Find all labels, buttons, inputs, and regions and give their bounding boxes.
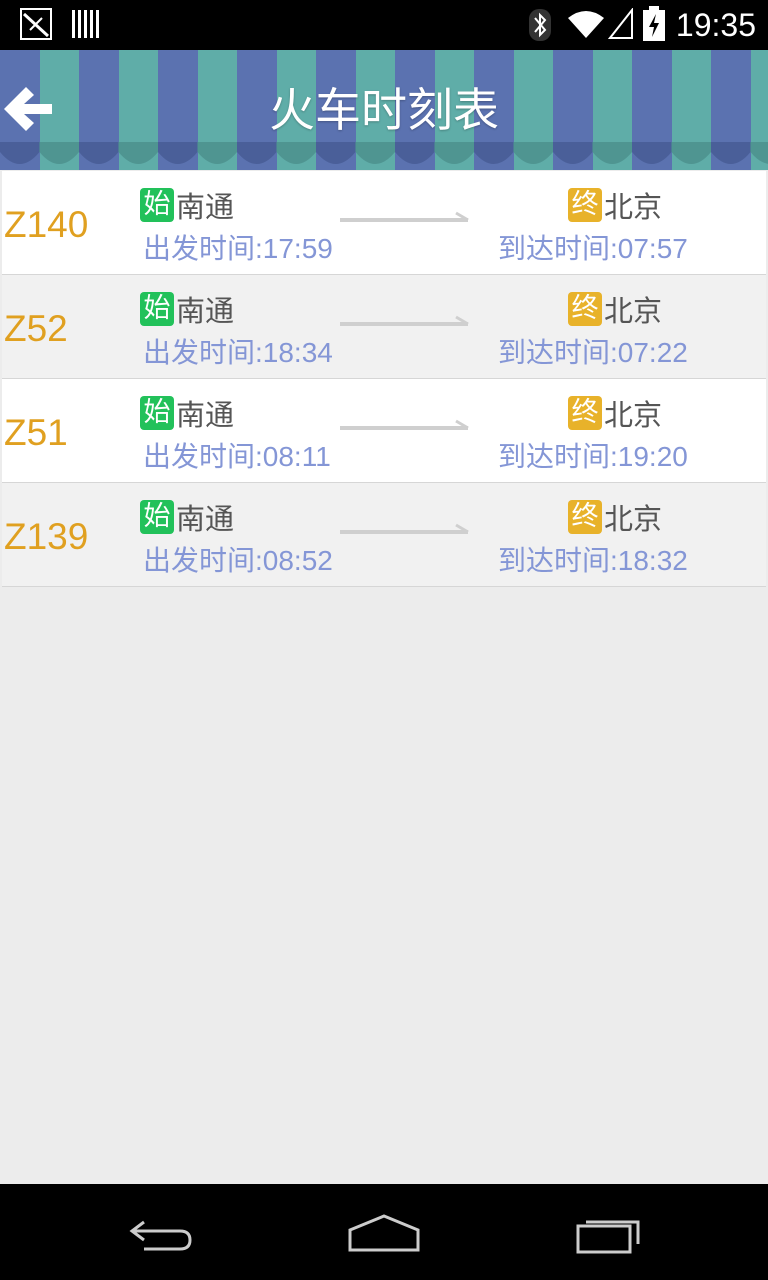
home-nav-icon[interactable] [346, 1204, 422, 1260]
departure-time: 出发时间:08:11 [143, 441, 331, 472]
back-arrow-icon[interactable] [0, 78, 60, 140]
destination-name: 北京 [604, 398, 663, 432]
route-arrow-icon [340, 523, 469, 534]
start-badge: 始 [140, 292, 174, 326]
destination-station: 终 北京 [568, 395, 663, 432]
train-number: Z140 [4, 204, 89, 245]
wifi-icon [568, 11, 604, 38]
start-badge: 始 [140, 188, 174, 222]
origin-name: 南通 [176, 294, 235, 328]
start-badge: 始 [140, 396, 174, 430]
end-badge: 终 [568, 396, 602, 430]
train-row[interactable]: Z52 始 南通 终 北京 出发时间:18:34 到达时间:07:22 [2, 275, 766, 379]
destination-station: 终 北京 [568, 187, 663, 224]
origin-name: 南通 [176, 398, 235, 432]
origin-name: 南通 [176, 190, 235, 224]
origin-station: 始 南通 [140, 395, 235, 432]
barcode-icon [72, 10, 99, 38]
train-list: Z140 始 南通 终 北京 出发时间:17:59 到达时间:07:57 Z52… [2, 171, 766, 587]
route-arrow-icon [340, 419, 469, 430]
destination-name: 北京 [604, 190, 663, 224]
arrival-time: 到达时间:18:32 [498, 545, 688, 576]
status-bar: 19:35 [0, 0, 768, 50]
end-badge: 终 [568, 500, 602, 534]
navigation-bar [0, 1184, 768, 1280]
origin-name: 南通 [176, 502, 235, 536]
departure-time: 出发时间:08:52 [143, 545, 333, 576]
departure-time: 出发时间:18:34 [143, 337, 333, 368]
status-time: 19:35 [675, 7, 756, 43]
train-row[interactable]: Z140 始 南通 终 北京 出发时间:17:59 到达时间:07:57 [2, 171, 766, 275]
end-badge: 终 [568, 188, 602, 222]
destination-station: 终 北京 [568, 499, 663, 536]
origin-station: 始 南通 [140, 187, 235, 224]
recents-nav-icon[interactable] [574, 1204, 646, 1260]
origin-station: 始 南通 [140, 499, 235, 536]
start-badge: 始 [140, 500, 174, 534]
destination-station: 终 北京 [568, 291, 663, 328]
train-number: Z52 [4, 308, 68, 349]
origin-station: 始 南通 [140, 291, 235, 328]
arrival-time: 到达时间:07:57 [498, 233, 688, 264]
signal-icon [608, 8, 633, 39]
train-row[interactable]: Z139 始 南通 终 北京 出发时间:08:52 到达时间:18:32 [2, 483, 766, 587]
train-row[interactable]: Z51 始 南通 终 北京 出发时间:08:11 到达时间:19:20 [2, 379, 766, 483]
page-title: 火车时刻表 [269, 83, 499, 137]
route-arrow-icon [340, 315, 469, 326]
end-badge: 终 [568, 292, 602, 326]
destination-name: 北京 [604, 294, 663, 328]
train-number: Z139 [4, 516, 89, 557]
arrival-time: 到达时间:19:20 [498, 441, 688, 472]
route-arrow-icon [340, 211, 469, 222]
screenshot-icon [20, 8, 52, 40]
departure-time: 出发时间:17:59 [143, 233, 333, 264]
back-nav-icon[interactable] [124, 1204, 196, 1260]
arrival-time: 到达时间:07:22 [498, 337, 688, 368]
train-number: Z51 [4, 412, 68, 453]
battery-icon [643, 6, 665, 41]
destination-name: 北京 [604, 502, 663, 536]
bluetooth-icon [529, 9, 551, 41]
